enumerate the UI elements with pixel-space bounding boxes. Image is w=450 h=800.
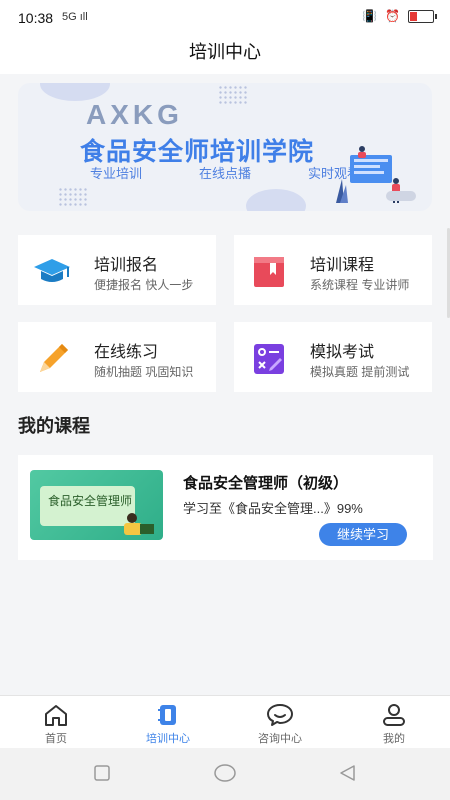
tab-label: 咨询中心 (258, 733, 302, 745)
course-card[interactable]: 食品安全管理师 食品安全管理师（初级） 学习至《食品安全管理...》99% 继续… (18, 455, 433, 560)
title-bar: 培训中心 (0, 34, 450, 74)
menu-card-title: 培训报名 (94, 257, 159, 274)
banner-logo: AXKG (86, 99, 183, 130)
tab-label: 首页 (45, 733, 67, 745)
course-title: 食品安全管理师（初级） (183, 475, 349, 492)
menu-card-subtitle: 随机抽题 巩固知识 (94, 365, 194, 379)
menu-card-subtitle: 模拟真题 提前测试 (310, 365, 410, 379)
tab-mine[interactable]: 我的 (338, 702, 450, 746)
menu-card-title: 在线练习 (94, 344, 159, 361)
section-title: 我的课程 (18, 416, 90, 436)
reader-illustration-icon (124, 513, 154, 535)
recent-apps-icon[interactable] (93, 764, 111, 782)
bottom-tab-bar: 首页 培训中心 咨询中心 我的 (0, 695, 450, 749)
home-button-icon[interactable] (213, 764, 237, 782)
course-thumbnail: 食品安全管理师 (30, 470, 163, 540)
menu-card-courses[interactable]: 培训课程 系统课程 专业讲师 (234, 235, 432, 305)
course-progress: 学习至《食品安全管理...》99% (183, 501, 363, 516)
signal-icon: 5G ıll (62, 11, 88, 23)
menu-card-practice[interactable]: 在线练习 随机抽题 巩固知识 (18, 322, 216, 392)
page-title: 培训中心 (189, 42, 261, 62)
banner-tag: 在线点播 (198, 166, 251, 181)
menu-card-title: 培训课程 (310, 257, 375, 274)
banner-tags: 专业培训 在线点播 实时观看 (90, 163, 360, 182)
menu-card-subtitle: 系统课程 专业讲师 (310, 278, 410, 292)
banner-dots (218, 85, 248, 105)
menu-card-exam[interactable]: 模拟考试 模拟真题 提前测试 (234, 322, 432, 392)
banner-pager (386, 191, 416, 201)
menu-card-signup[interactable]: 培训报名 便捷报名 快人一步 (18, 235, 216, 305)
home-icon (45, 705, 67, 726)
back-icon[interactable] (338, 764, 358, 782)
system-nav-bar (0, 748, 450, 800)
book-icon (254, 257, 284, 287)
battery-icon (408, 9, 437, 23)
tab-training[interactable]: 培训中心 (112, 702, 224, 746)
banner-decoration (246, 189, 306, 211)
continue-learning-button[interactable]: 继续学习 (319, 523, 407, 546)
alarm-icon: ⏰ (385, 9, 400, 23)
exam-icon (254, 344, 284, 374)
tab-label: 我的 (383, 733, 405, 745)
banner-dots (58, 187, 88, 207)
menu-card-title: 模拟考试 (310, 344, 375, 361)
menu-card-subtitle: 便捷报名 快人一步 (94, 278, 194, 292)
tab-home[interactable]: 首页 (0, 702, 112, 746)
status-time: 10:38 (18, 10, 54, 26)
user-icon (383, 704, 405, 726)
tab-consult[interactable]: 咨询中心 (224, 702, 336, 746)
course-thumbnail-text: 食品安全管理师 (48, 494, 133, 508)
pencil-icon (40, 344, 68, 372)
promo-banner[interactable]: AXKG 食品安全师培训学院 专业培训 在线点播 实时观看 (18, 83, 432, 211)
vibrate-icon: 📳 (362, 9, 378, 23)
status-bar: 10:38 5G ıll 📳 ⏰ (0, 0, 450, 34)
banner-tag: 专业培训 (90, 166, 143, 181)
graduation-cap-icon (34, 259, 70, 282)
training-icon (158, 705, 176, 725)
chat-icon (267, 704, 293, 726)
status-icons: 📳 ⏰ (362, 9, 437, 23)
tab-label: 培训中心 (146, 733, 190, 745)
